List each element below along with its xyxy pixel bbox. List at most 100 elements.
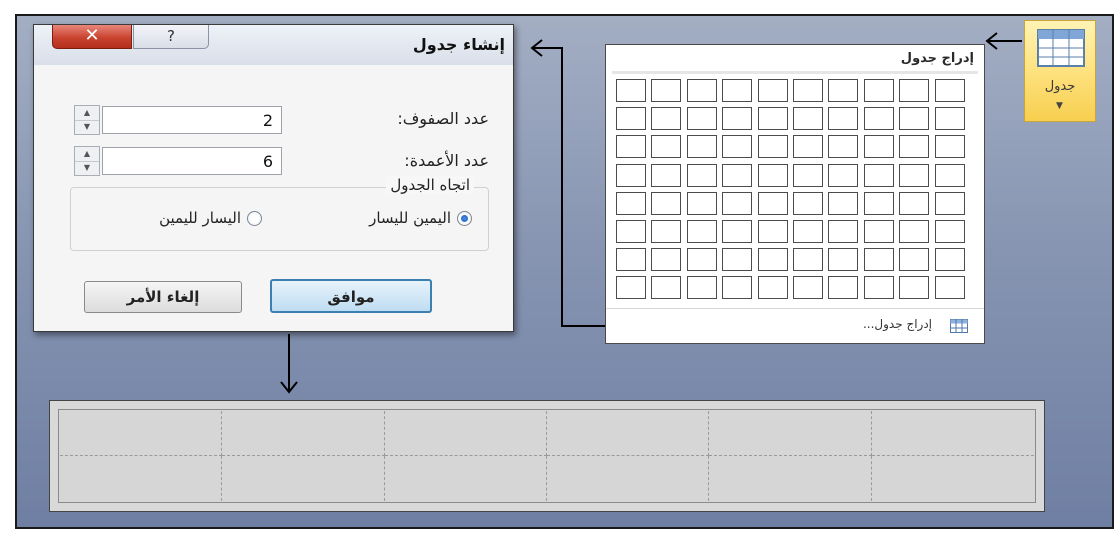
table-size-grid[interactable]: [616, 79, 970, 305]
grid-cell[interactable]: [757, 248, 788, 272]
grid-cell[interactable]: [651, 276, 682, 300]
grid-cell[interactable]: [757, 220, 788, 243]
grid-cell[interactable]: [651, 220, 682, 243]
grid-cell[interactable]: [722, 163, 753, 187]
grid-cell[interactable]: [722, 79, 753, 102]
grid-cell[interactable]: [793, 107, 823, 131]
grid-cell[interactable]: [899, 220, 930, 243]
result-table-cell[interactable]: [871, 411, 1034, 456]
grid-cell[interactable]: [722, 191, 753, 215]
grid-cell[interactable]: [863, 248, 894, 272]
grid-cell[interactable]: [899, 163, 930, 187]
grid-cell[interactable]: [828, 220, 859, 243]
grid-cell[interactable]: [686, 163, 717, 187]
grid-cell[interactable]: [616, 220, 646, 243]
radio-ltr-dot[interactable]: [247, 210, 262, 226]
grid-cell[interactable]: [757, 276, 788, 300]
grid-cell[interactable]: [934, 220, 965, 243]
columns-spinner[interactable]: ▲ ▼: [74, 146, 100, 176]
grid-cell[interactable]: [757, 135, 788, 159]
grid-cell[interactable]: [793, 276, 823, 300]
insert-table-footer[interactable]: إدراج جدول...: [606, 308, 984, 343]
grid-cell[interactable]: [934, 107, 965, 131]
grid-cell[interactable]: [686, 107, 717, 131]
spin-up-icon[interactable]: ▲: [75, 147, 99, 162]
grid-cell[interactable]: [722, 220, 753, 243]
grid-cell[interactable]: [899, 79, 930, 102]
result-table-cell[interactable]: [60, 411, 223, 456]
result-table-cell[interactable]: [222, 411, 385, 456]
grid-cell[interactable]: [686, 276, 717, 300]
result-table-cell[interactable]: [547, 411, 710, 456]
grid-cell[interactable]: [899, 276, 930, 300]
grid-cell[interactable]: [934, 191, 965, 215]
grid-cell[interactable]: [828, 248, 859, 272]
grid-cell[interactable]: [793, 191, 823, 215]
result-table-cell[interactable]: [872, 456, 1034, 501]
grid-cell[interactable]: [616, 163, 646, 187]
grid-cell[interactable]: [934, 135, 965, 159]
grid-cell[interactable]: [934, 248, 965, 272]
grid-cell[interactable]: [651, 79, 682, 102]
result-table-cell[interactable]: [547, 456, 710, 501]
grid-cell[interactable]: [616, 191, 646, 215]
grid-cell[interactable]: [757, 107, 788, 131]
cancel-button[interactable]: إلغاء الأمر: [84, 281, 242, 313]
grid-cell[interactable]: [651, 191, 682, 215]
spin-up-icon[interactable]: ▲: [75, 106, 99, 121]
grid-cell[interactable]: [793, 220, 823, 243]
grid-cell[interactable]: [651, 163, 682, 187]
grid-cell[interactable]: [899, 107, 930, 131]
help-button[interactable]: ?: [133, 25, 209, 49]
grid-cell[interactable]: [722, 135, 753, 159]
grid-cell[interactable]: [899, 135, 930, 159]
grid-cell[interactable]: [722, 248, 753, 272]
result-table-cell[interactable]: [385, 456, 547, 501]
radio-ltr[interactable]: اليسار لليمين: [159, 209, 262, 227]
grid-cell[interactable]: [863, 107, 894, 131]
grid-cell[interactable]: [899, 191, 930, 215]
result-table-cell[interactable]: [384, 411, 547, 456]
radio-rtl-dot[interactable]: [457, 210, 472, 226]
grid-cell[interactable]: [686, 79, 717, 102]
grid-cell[interactable]: [863, 135, 894, 159]
grid-cell[interactable]: [651, 107, 682, 131]
grid-cell[interactable]: [793, 163, 823, 187]
insert-table-menu-item[interactable]: إدراج جدول...: [863, 317, 932, 331]
grid-cell[interactable]: [616, 248, 646, 272]
result-table-grid[interactable]: [60, 411, 1034, 501]
grid-cell[interactable]: [616, 79, 646, 102]
grid-cell[interactable]: [616, 107, 646, 131]
close-button[interactable]: ✕: [52, 25, 132, 49]
grid-cell[interactable]: [651, 135, 682, 159]
grid-cell[interactable]: [793, 79, 823, 102]
grid-cell[interactable]: [863, 276, 894, 300]
spin-down-icon[interactable]: ▼: [75, 120, 99, 134]
grid-cell[interactable]: [757, 79, 788, 102]
rows-spinner[interactable]: ▲ ▼: [74, 105, 100, 135]
grid-cell[interactable]: [793, 248, 823, 272]
grid-cell[interactable]: [828, 135, 859, 159]
grid-cell[interactable]: [899, 248, 930, 272]
grid-cell[interactable]: [863, 79, 894, 102]
result-table-cell[interactable]: [222, 456, 385, 501]
columns-input[interactable]: [102, 147, 282, 175]
spin-down-icon[interactable]: ▼: [75, 161, 99, 175]
grid-cell[interactable]: [828, 79, 859, 102]
grid-cell[interactable]: [828, 191, 859, 215]
grid-cell[interactable]: [863, 163, 894, 187]
grid-cell[interactable]: [828, 163, 859, 187]
ok-button[interactable]: موافق: [270, 279, 432, 313]
grid-cell[interactable]: [722, 276, 753, 300]
grid-cell[interactable]: [616, 135, 646, 159]
result-table-cell[interactable]: [709, 456, 872, 501]
ribbon-table-button[interactable]: جدول ▼: [1024, 20, 1096, 122]
grid-cell[interactable]: [934, 79, 965, 102]
grid-cell[interactable]: [616, 276, 646, 300]
grid-cell[interactable]: [934, 276, 965, 300]
grid-cell[interactable]: [686, 220, 717, 243]
grid-cell[interactable]: [686, 191, 717, 215]
grid-cell[interactable]: [722, 107, 753, 131]
grid-cell[interactable]: [757, 163, 788, 187]
grid-cell[interactable]: [686, 135, 717, 159]
